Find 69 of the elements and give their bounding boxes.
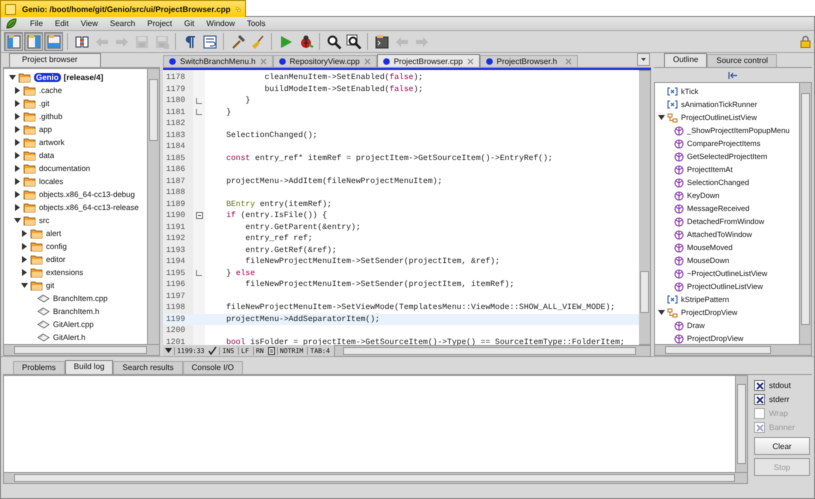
checkbox-label: Banner bbox=[769, 423, 795, 432]
line-number: 1179 bbox=[165, 84, 186, 95]
line-number: 1178 bbox=[165, 72, 186, 84]
line-number: 1188 bbox=[165, 187, 186, 198]
code-line: SelectionChanged(); bbox=[225, 130, 318, 140]
panel-tab[interactable]: Problems bbox=[13, 361, 65, 374]
line-number: 1183 bbox=[165, 130, 186, 141]
line-number: 1185 bbox=[165, 152, 186, 164]
editor-tab[interactable]: SwitchBranchMenu.h bbox=[163, 55, 273, 67]
menu-item[interactable]: View bbox=[74, 19, 104, 28]
code-line: BEntry entry(itemRef); bbox=[225, 200, 332, 209]
panel-tab[interactable]: Search results bbox=[113, 361, 183, 374]
editor-tab[interactable]: RepositoryView.cpp bbox=[272, 55, 377, 67]
menu-item[interactable]: Tools bbox=[240, 19, 272, 28]
panel-tab[interactable]: Console I/O bbox=[182, 361, 243, 374]
editor-tab[interactable]: ProjectBrowser.h bbox=[480, 55, 578, 67]
line-number: 1182 bbox=[165, 118, 186, 130]
line-number: 1191 bbox=[165, 222, 186, 233]
line-number: 1194 bbox=[165, 256, 186, 268]
panel-tab[interactable]: Build log bbox=[64, 360, 114, 374]
line-number: 1186 bbox=[165, 164, 186, 176]
line-number: 1195 bbox=[165, 268, 186, 279]
menu-item[interactable]: File bbox=[24, 19, 49, 28]
menu-item[interactable]: Edit bbox=[48, 19, 75, 28]
panel-tab[interactable]: Outline bbox=[664, 53, 708, 67]
code-line: const entry_ref* itemRef = projectItem->GetSourceItem()->EntryRef(); bbox=[225, 154, 553, 163]
line-number: 1184 bbox=[165, 141, 186, 152]
code-line: fileNewProjectMenuItem->SetSender(projectItem, itemRef); bbox=[244, 280, 514, 290]
code-line: } else bbox=[225, 268, 256, 278]
branch-name: [release/4] bbox=[64, 73, 104, 82]
line-number: 1198 bbox=[165, 302, 186, 314]
code-line: fileNewProjectMenuItem->SetSender(projectItem, &ref); bbox=[244, 257, 500, 266]
line-number: 1196 bbox=[165, 279, 186, 290]
code-line: fileNewProjectMenuItem->SetViewMode(TemplatesMenu::ViewMode::SHOW_ALL_VIEW_MODE); bbox=[225, 303, 616, 312]
line-number: 1187 bbox=[165, 176, 186, 187]
line-number: 1192 bbox=[165, 233, 186, 244]
window-title-tab[interactable]: Genio: /boot/home/git/Genio/src/ui/ProjectBrowser.cpp bbox=[0, 0, 246, 17]
line-number: 1200 bbox=[165, 325, 186, 336]
action-button[interactable]: Clear bbox=[754, 437, 810, 455]
checkbox-label: Wrap bbox=[769, 409, 788, 418]
editor-tab[interactable]: ProjectBrowser.cpp bbox=[376, 54, 480, 67]
line-number: 1190 bbox=[165, 210, 186, 222]
checkbox-label: stderr bbox=[769, 395, 790, 404]
checkbox-label: stdout bbox=[769, 381, 791, 390]
menu-item[interactable]: Window bbox=[200, 19, 241, 28]
menu-item[interactable]: Search bbox=[104, 19, 142, 28]
line-number: 1180 bbox=[165, 95, 186, 106]
code-line: entry.GetParent(&entry); bbox=[244, 222, 361, 232]
code-line: entry_ref ref; bbox=[244, 234, 313, 244]
line-number: 1181 bbox=[165, 106, 186, 118]
panel-tab[interactable]: Project browser bbox=[9, 53, 101, 67]
code-line: buildModeItem->SetEnabled(false); bbox=[264, 84, 424, 94]
line-number: 1193 bbox=[165, 244, 186, 256]
line-number: 1199 bbox=[165, 314, 186, 325]
panel-tab[interactable]: Source control bbox=[707, 54, 777, 67]
line-number: 1201 bbox=[165, 336, 186, 345]
line-number: 1197 bbox=[165, 290, 186, 302]
code-line: entry.GetRef(&ref); bbox=[244, 246, 337, 255]
project-name[interactable]: Genio bbox=[34, 73, 61, 82]
code-line: cleanMenuItem->SetEnabled(false); bbox=[264, 73, 424, 82]
code-line: if (entry.IsFile()) { bbox=[225, 211, 328, 220]
code-line: } bbox=[244, 96, 250, 106]
window-title: Genio: /boot/home/git/Genio/src/ui/ProjectBrowser.cpp bbox=[22, 4, 230, 14]
code-line: projectMenu->AddSeparatorItem(); bbox=[225, 314, 380, 324]
menu-item[interactable]: Project bbox=[141, 19, 178, 28]
line-number: 1189 bbox=[165, 198, 186, 210]
code-line: } bbox=[225, 108, 232, 117]
code-line: projectMenu->AddItem(fileNewProjectMenuItem); bbox=[225, 176, 442, 186]
menu-item[interactable]: Git bbox=[178, 19, 200, 28]
